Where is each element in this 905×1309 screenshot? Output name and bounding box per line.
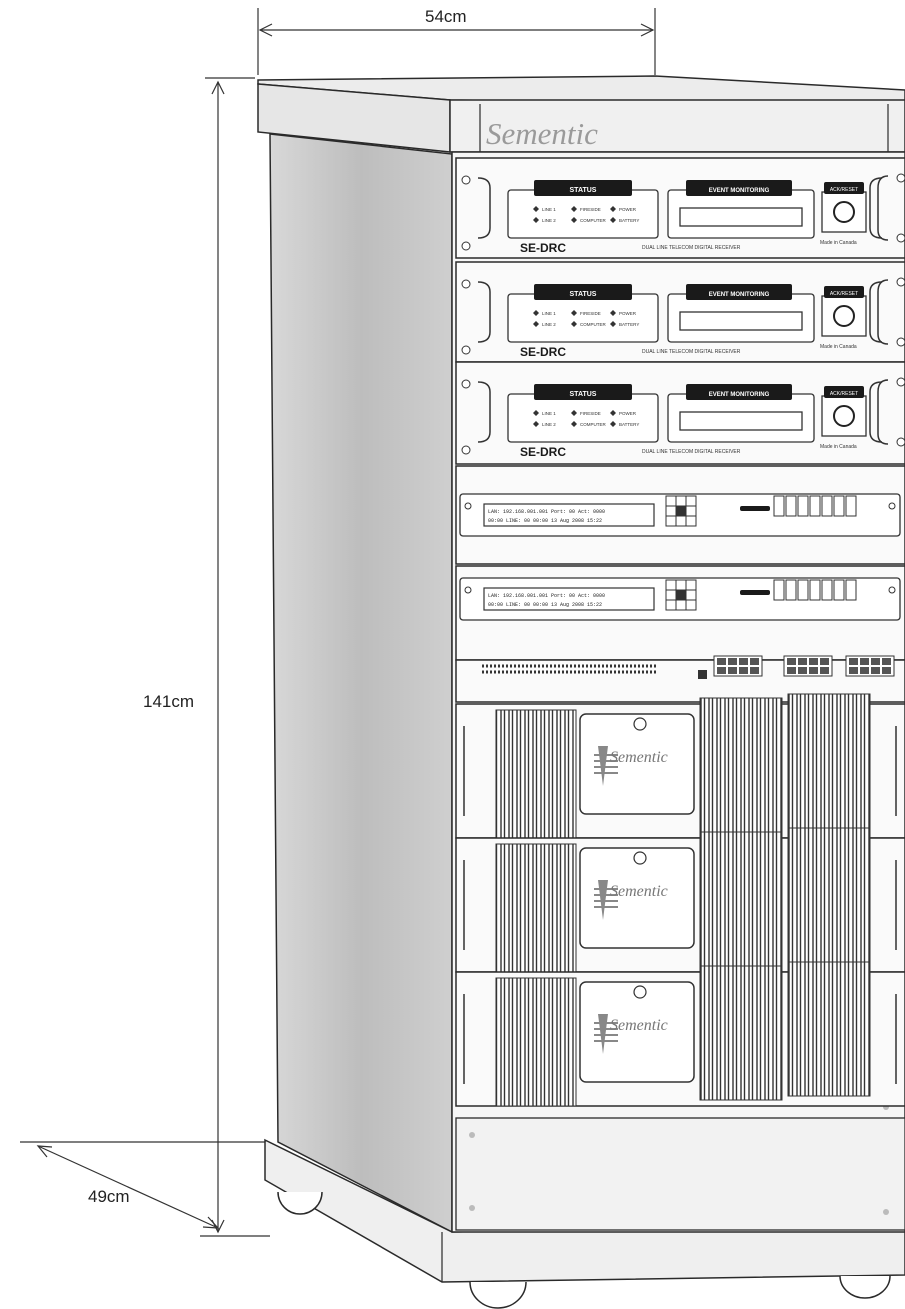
status-led-label: LINE 2 [542,218,556,223]
receiver-unit: STATUS LINE 1 FIRESIDE POWER LINE 2 COMP… [455,157,905,259]
monitor-title: EVENT MONITORING [709,292,770,298]
ack-reset-button[interactable] [833,201,855,223]
switch-unit: LAN: 192.168.001.001 Port: 00 Act: 0000 … [455,565,905,661]
monitor-title: EVENT MONITORING [709,392,770,398]
wheel-icon [839,1275,891,1299]
ups-unit: Sementic [455,693,905,839]
status-led-label: LINE 1 [542,207,556,212]
switch-unit: LAN: 192.168.001.001 Port: 00 Act: 0000 … [455,465,905,565]
port-array [773,495,857,517]
status-led-label: POWER [619,311,637,316]
wheel-icon [469,1281,527,1309]
status-led-label: FIRESIDE [580,311,601,316]
status-led-label: COMPUTER [580,422,607,427]
ack-title: ACK/RESET [830,391,858,397]
status-led-label: LINE 1 [542,311,556,316]
status-led-label: FIRESIDE [580,207,601,212]
ack-reset-button[interactable] [833,305,855,327]
receiver-origin: Made in Canada [820,240,857,246]
receiver-description: DUAL LINE TELECOM DIGITAL RECEIVER [642,245,741,251]
status-led-label: POWER [619,411,637,416]
port-array [773,579,857,601]
ups-brand: Sementic [610,1017,668,1034]
cabinet-side-panel [269,133,453,1234]
status-led-label: POWER [619,207,637,212]
receiver-description: DUAL LINE TELECOM DIGITAL RECEIVER [642,349,741,355]
receiver-unit: STATUS LINE 1 FIRESIDE POWER LINE 2 COMP… [455,261,905,363]
status-title: STATUS [570,187,597,194]
lcd-line-1: LAN: 192.168.001.001 Port: 00 Act: 0000 [488,509,605,515]
blank-panel [455,1117,905,1231]
ups-brand: Sementic [610,749,668,766]
display-window [679,311,803,331]
status-led-label: BATTERY [619,322,639,327]
status-led-label: FIRESIDE [580,411,601,416]
receiver-description: DUAL LINE TELECOM DIGITAL RECEIVER [642,449,741,455]
depth-label: 49cm [88,1187,130,1206]
status-led-label: LINE 2 [542,422,556,427]
lcd-line-1: LAN: 192.168.001.001 Port: 00 Act: 0000 [488,593,605,599]
ups-unit: Sementic [455,827,905,973]
ack-title: ACK/RESET [830,187,858,193]
status-led-label: LINE 2 [542,322,556,327]
status-led-label: BATTERY [619,422,639,427]
width-label: 54cm [425,7,467,26]
dimension-height [200,77,270,1237]
display-window [679,411,803,431]
receiver-origin: Made in Canada [820,344,857,350]
status-led-label: LINE 1 [542,411,556,416]
dpad-icon[interactable] [665,495,697,527]
monitor-title: EVENT MONITORING [709,188,770,194]
dimension-depth [20,1141,268,1229]
receiver-unit: STATUS LINE 1 FIRESIDE POWER LINE 2 COMP… [455,361,905,465]
status-title: STATUS [570,291,597,298]
status-led-label: BATTERY [619,218,639,223]
ups-unit: Sementic [455,961,905,1107]
status-led-label: COMPUTER [580,218,607,223]
rack-cabinet-diagram: 54cm 141cm 49cm Sementic STATUS LINE 1 F… [20,7,905,1309]
cabinet-brand: Sementic [486,116,598,151]
display-window [679,207,803,227]
ack-reset-button[interactable] [833,405,855,427]
ups-brand: Sementic [610,883,668,900]
height-label: 141cm [143,692,194,711]
lcd-line-2: 00:00 LINE: 00 00:00 13 Aug 2008 15:22 [488,518,602,524]
receiver-model: SE-DRC [520,241,566,255]
wheel-icon [277,1191,323,1215]
status-title: STATUS [570,391,597,398]
receiver-origin: Made in Canada [820,444,857,450]
receiver-model: SE-DRC [520,445,566,459]
status-led-label: COMPUTER [580,322,607,327]
receiver-model: SE-DRC [520,345,566,359]
lcd-line-2: 00:00 LINE: 00 00:00 13 Aug 2008 15:22 [488,602,602,608]
dpad-icon[interactable] [665,579,697,611]
ack-title: ACK/RESET [830,291,858,297]
